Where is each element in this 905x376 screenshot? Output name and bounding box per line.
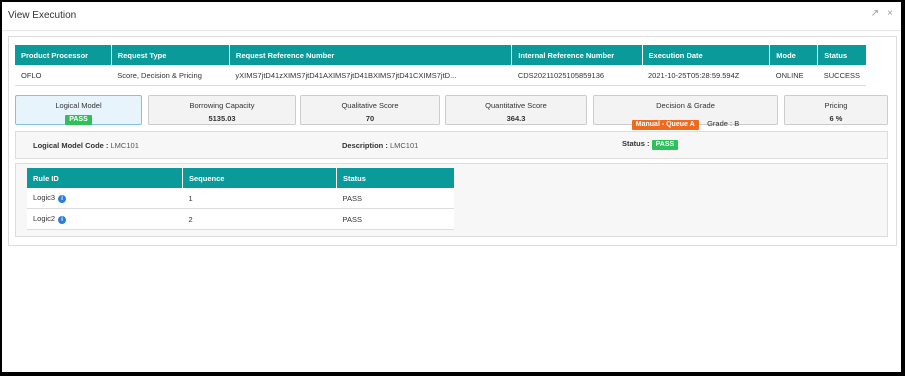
result-tiles: Logical Model PASS Borrowing Capacity 51… — [15, 95, 888, 130]
cell-execution-date: 2021-10-25T05:28:59.594Z — [642, 65, 770, 86]
tile-label: Decision & Grade — [656, 101, 715, 110]
col-product-processor: Product Processor — [15, 45, 112, 65]
rules-table-header: Rule ID Sequence Status — [27, 168, 454, 188]
execution-table-header: Product Processor Request Type Request R… — [15, 45, 866, 65]
col-request-type: Request Type — [111, 45, 230, 65]
model-code-label: Logical Model Code : — [33, 141, 109, 150]
rule-status: PASS — [336, 208, 454, 230]
tile-label: Pricing — [824, 101, 848, 110]
logical-model-details: Logical Model Code : LMC101 Description … — [15, 131, 888, 159]
pass-badge: PASS — [65, 115, 92, 125]
decision-badge: Manual - Queue A — [631, 120, 699, 130]
rule-sequence: 1 — [182, 188, 337, 209]
tile-value: 5135.03 — [208, 114, 236, 123]
tile-label: Qualitative Score — [341, 101, 399, 110]
cell-internal-reference: CDS20211025105859136 — [511, 65, 643, 86]
description-label: Description : — [342, 141, 388, 150]
tile-decision-grade[interactable]: Decision & Grade Manual - Queue A Grade … — [593, 95, 778, 130]
info-icon[interactable]: i — [58, 194, 67, 203]
cell-status: SUCCESS — [817, 65, 866, 86]
tile-quantitative-score[interactable]: Quantitative Score 364.3 — [445, 95, 587, 125]
tile-label: Borrowing Capacity — [189, 101, 255, 110]
expand-icon[interactable]: ↗ — [871, 8, 879, 19]
info-icon[interactable]: i — [58, 215, 67, 224]
col-rule-status: Status — [336, 168, 454, 188]
rule-status: PASS — [336, 188, 454, 209]
table-row[interactable]: Logic2 i 2 PASS — [27, 208, 454, 230]
status-badge: PASS — [651, 140, 679, 150]
table-row[interactable]: Logic3 i 1 PASS — [27, 188, 454, 209]
tile-logical-model[interactable]: Logical Model PASS — [15, 95, 142, 125]
tile-value: 70 — [365, 114, 375, 123]
dialog-title: View Execution — [8, 10, 77, 21]
tile-label: Quantitative Score — [485, 101, 547, 110]
rules-section: Rule ID Sequence Status Logic3i 1 PASS — [15, 163, 888, 237]
execution-content: Product Processor Request Type Request R… — [8, 36, 897, 246]
dialog-title-bar: View Execution ↗ × — [2, 2, 901, 31]
tile-borrowing-capacity[interactable]: Borrowing Capacity 5135.03 — [148, 95, 296, 125]
execution-table: Product Processor Request Type Request R… — [15, 45, 866, 86]
rule-sequence: 2 — [182, 208, 337, 230]
status-field: Status : PASS — [622, 139, 679, 150]
description-value: LMC101 — [389, 141, 419, 150]
tile-label: Logical Model — [55, 101, 102, 110]
model-code-value: LMC101 — [110, 141, 139, 150]
tile-qualitative-score[interactable]: Qualitative Score 70 — [300, 95, 440, 125]
cell-request-reference: yXIMS7jtD41zXIMS7jtD41AXIMS7jtD41BXIMS7j… — [229, 65, 512, 86]
col-sequence: Sequence — [182, 168, 337, 188]
col-request-reference: Request Reference Number — [229, 45, 513, 65]
rule-id: Logic3 — [33, 193, 56, 203]
cell-mode: ONLINE — [769, 65, 818, 86]
window-controls: ↗ × — [871, 8, 893, 19]
view-execution-dialog: View Execution ↗ × Product Processor Req… — [2, 2, 901, 372]
col-rule-id: Rule ID — [27, 168, 183, 188]
cell-product-processor: OFLO — [15, 65, 112, 86]
cell-request-type: Score, Decision & Pricing — [111, 65, 230, 86]
col-status: Status — [817, 45, 866, 65]
tile-value: 364.3 — [506, 114, 526, 123]
col-internal-reference: Internal Reference Number — [511, 45, 643, 65]
status-label: Status : — [622, 139, 650, 148]
description-field: Description : LMC101 — [342, 141, 418, 150]
table-row[interactable]: OFLO Score, Decision & Pricing yXIMS7jtD… — [15, 65, 866, 86]
tile-value: 6 % — [829, 114, 843, 123]
rules-table: Rule ID Sequence Status Logic3i 1 PASS — [27, 168, 454, 230]
model-code-field: Logical Model Code : LMC101 — [33, 141, 139, 150]
grade-text: Grade : B — [707, 119, 740, 128]
rule-id: Logic2 — [33, 214, 56, 224]
col-mode: Mode — [769, 45, 819, 65]
tile-pricing[interactable]: Pricing 6 % — [784, 95, 888, 125]
col-execution-date: Execution Date — [642, 45, 771, 65]
close-icon[interactable]: × — [887, 8, 893, 19]
